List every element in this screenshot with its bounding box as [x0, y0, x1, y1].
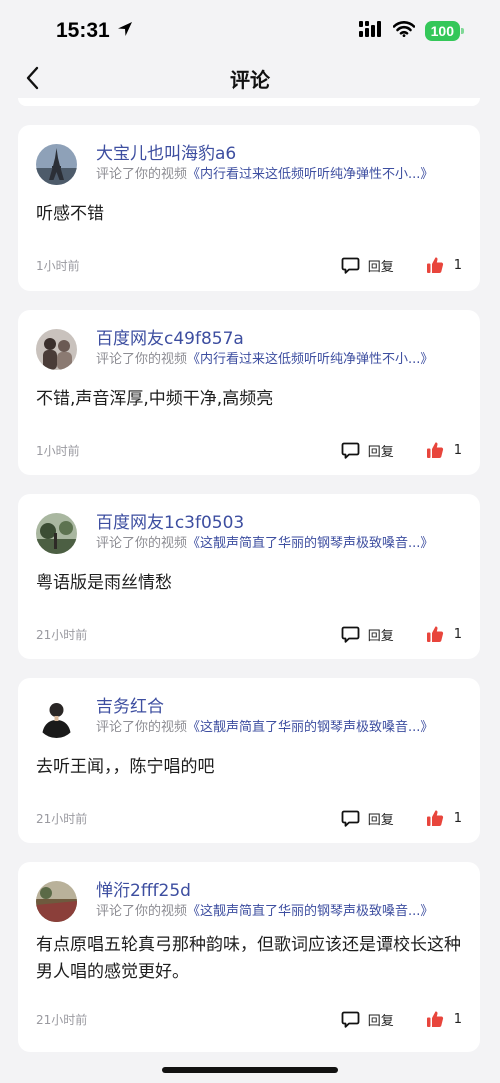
commenter-name[interactable]: 大宝儿也叫海豹a6: [96, 143, 462, 165]
comment-bubble-icon: [341, 442, 360, 459]
navigation-bar: 评论: [0, 58, 500, 98]
comment-text: 有点原唱五轮真弓那种韵味，但歌词应该还是谭校长这种男人唱的感觉更好。: [36, 935, 461, 982]
like-count: 1: [453, 626, 462, 642]
status-icons: 100: [358, 21, 465, 41]
comment-time: 21小时前: [36, 811, 88, 826]
comment-card[interactable]: 大宝儿也叫海豹a6 评论了你的视频《内行看过来这低频听听纯净弹性不小...》 听…: [18, 125, 480, 291]
comment-time: 21小时前: [36, 627, 88, 642]
comment-context: 评论了你的视频: [96, 720, 188, 735]
home-indicator[interactable]: [162, 1067, 338, 1073]
comment-text: 听感不错: [36, 204, 104, 224]
comment-card[interactable]: 百度网友c49f857a 评论了你的视频《内行看过来这低频听听纯净弹性不小...…: [18, 310, 480, 475]
comment-text: 去听王闻，，陈宁唱的吧: [36, 757, 215, 777]
like-button[interactable]: 1: [426, 256, 462, 274]
video-link[interactable]: 《这靓声简直了华丽的钢琴声极致嗓音...》: [187, 904, 433, 919]
cellular-signal-icon: [358, 21, 383, 41]
like-button[interactable]: 1: [426, 441, 462, 459]
back-button[interactable]: [18, 64, 46, 92]
landscape-photo-avatar[interactable]: [36, 513, 77, 554]
like-count: 1: [453, 442, 462, 458]
commenter-name[interactable]: 百度网友c49f857a: [96, 328, 462, 350]
location-arrow-icon: [116, 20, 134, 42]
battery-indicator: 100: [424, 21, 465, 41]
reply-button[interactable]: 回复: [341, 809, 394, 828]
commenter-name[interactable]: 惮洐2fff25d: [96, 880, 462, 902]
comment-context: 评论了你的视频: [96, 167, 188, 182]
chevron-left-icon: [26, 66, 39, 90]
commenter-name[interactable]: 吉务红合: [96, 696, 462, 718]
comment-bubble-icon: [341, 257, 360, 274]
people-photo-avatar[interactable]: [36, 329, 77, 370]
reply-label: 回复: [367, 812, 394, 828]
comment-time: 21小时前: [36, 1012, 88, 1027]
commenter-name[interactable]: 百度网友1c3f0503: [96, 512, 462, 534]
person-photo-avatar[interactable]: [36, 697, 77, 738]
reply-button[interactable]: 回复: [341, 256, 394, 275]
comment-time: 1小时前: [36, 258, 80, 273]
wifi-icon: [392, 21, 415, 41]
comment-text: 粤语版是雨丝情愁: [36, 573, 172, 593]
comment-list[interactable]: 大宝儿也叫海豹a6 评论了你的视频《内行看过来这低频听听纯净弹性不小...》 听…: [18, 125, 480, 1071]
video-link[interactable]: 《内行看过来这低频听听纯净弹性不小...》: [187, 167, 433, 182]
comment-context: 评论了你的视频: [96, 904, 188, 919]
comment-card[interactable]: 百度网友1c3f0503 评论了你的视频《这靓声简直了华丽的钢琴声极致嗓音...…: [18, 494, 480, 659]
comment-card[interactable]: 惮洐2fff25d 评论了你的视频《这靓声简直了华丽的钢琴声极致嗓音...》 有…: [18, 862, 480, 1052]
page-title: 评论: [230, 67, 270, 92]
video-link[interactable]: 《内行看过来这低频听听纯净弹性不小...》: [187, 352, 433, 367]
reply-label: 回复: [367, 259, 394, 275]
previous-card-edge: [18, 98, 480, 106]
thumbs-up-icon: [426, 1011, 443, 1027]
like-button[interactable]: 1: [426, 809, 462, 827]
status-time-group: 15:31: [56, 19, 134, 43]
comment-time: 1小时前: [36, 443, 80, 458]
thumbs-up-icon: [426, 257, 443, 273]
video-link[interactable]: 《这靓声简直了华丽的钢琴声极致嗓音...》: [187, 536, 433, 551]
comment-card[interactable]: 吉务红合 评论了你的视频《这靓声简直了华丽的钢琴声极致嗓音...》 去听王闻，，…: [18, 678, 480, 843]
status-time: 15:31: [56, 19, 110, 42]
comment-text: 不错,声音浑厚,中频干净,高频亮: [36, 389, 274, 409]
reply-label: 回复: [367, 1013, 394, 1029]
like-count: 1: [453, 257, 462, 273]
field-photo-avatar[interactable]: [36, 881, 77, 922]
comment-bubble-icon: [341, 626, 360, 643]
comment-bubble-icon: [341, 1011, 360, 1028]
eiffel-tower-avatar[interactable]: [36, 144, 77, 185]
like-button[interactable]: 1: [426, 625, 462, 643]
video-link[interactable]: 《这靓声简直了华丽的钢琴声极致嗓音...》: [187, 720, 433, 735]
thumbs-up-icon: [426, 442, 443, 458]
like-count: 1: [453, 810, 462, 826]
reply-label: 回复: [367, 628, 394, 644]
reply-label: 回复: [367, 444, 394, 460]
comment-context: 评论了你的视频: [96, 352, 188, 367]
like-count: 1: [453, 1011, 462, 1027]
reply-button[interactable]: 回复: [341, 625, 394, 644]
thumbs-up-icon: [426, 810, 443, 826]
like-button[interactable]: 1: [426, 1010, 462, 1028]
thumbs-up-icon: [426, 626, 443, 642]
comment-bubble-icon: [341, 810, 360, 827]
status-bar: 15:31 100: [0, 0, 500, 62]
reply-button[interactable]: 回复: [341, 441, 394, 460]
comment-context: 评论了你的视频: [96, 536, 188, 551]
reply-button[interactable]: 回复: [341, 1010, 394, 1029]
